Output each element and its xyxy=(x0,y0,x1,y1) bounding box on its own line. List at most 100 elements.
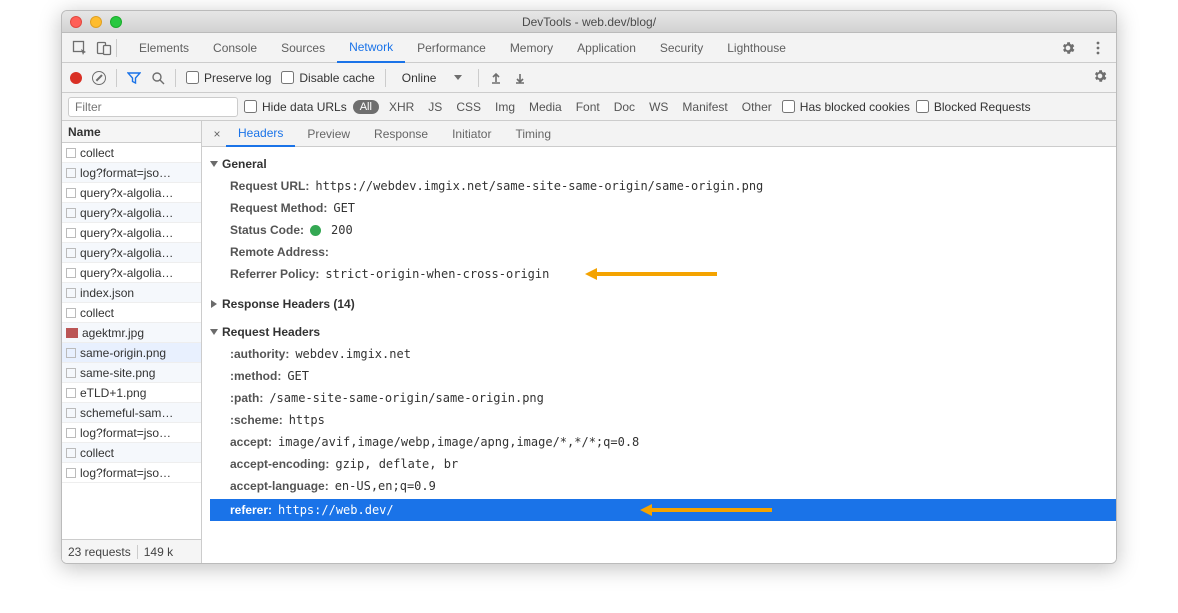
search-icon[interactable] xyxy=(151,71,165,85)
path-key: :path: xyxy=(230,391,263,405)
request-row[interactable]: query?x-algolia… xyxy=(62,223,201,243)
close-detail-icon[interactable]: × xyxy=(208,127,226,141)
file-icon xyxy=(66,188,76,198)
tab-elements[interactable]: Elements xyxy=(127,33,201,63)
request-row[interactable]: schemeful-sam… xyxy=(62,403,201,423)
filter-type-font[interactable]: Font xyxy=(572,100,604,114)
panel-actions xyxy=(1056,36,1110,60)
filter-type-other[interactable]: Other xyxy=(738,100,776,114)
request-row-label: query?x-algolia… xyxy=(80,186,173,200)
network-settings-gear-icon[interactable] xyxy=(1092,68,1108,87)
request-row[interactable]: query?x-algolia… xyxy=(62,243,201,263)
request-row[interactable]: query?x-algolia… xyxy=(62,183,201,203)
tab-application[interactable]: Application xyxy=(565,33,648,63)
separator xyxy=(116,39,117,57)
request-row[interactable]: eTLD+1.png xyxy=(62,383,201,403)
blocked-requests-input[interactable] xyxy=(916,100,929,113)
disable-cache-input[interactable] xyxy=(281,71,294,84)
device-toggle-icon[interactable] xyxy=(92,36,116,60)
request-row[interactable]: collect xyxy=(62,303,201,323)
hide-data-urls-checkbox[interactable]: Hide data URLs xyxy=(244,100,347,114)
request-row[interactable]: query?x-algolia… xyxy=(62,263,201,283)
filter-toggle-icon[interactable] xyxy=(127,71,141,85)
has-blocked-cookies-input[interactable] xyxy=(782,100,795,113)
filter-input[interactable] xyxy=(68,97,238,117)
section-response-headers[interactable]: Response Headers (14) xyxy=(210,293,1116,315)
clear-button[interactable] xyxy=(92,71,106,85)
more-menu-icon[interactable] xyxy=(1086,36,1110,60)
separator xyxy=(385,69,386,87)
request-row-label: log?format=jso… xyxy=(80,426,171,440)
tab-sources[interactable]: Sources xyxy=(269,33,337,63)
detail-tab-initiator[interactable]: Initiator xyxy=(440,121,503,147)
has-blocked-cookies-label: Has blocked cookies xyxy=(800,100,910,114)
disable-cache-checkbox[interactable]: Disable cache xyxy=(281,71,374,85)
request-row[interactable]: log?format=jso… xyxy=(62,163,201,183)
filter-type-js[interactable]: JS xyxy=(424,100,446,114)
tab-lighthouse[interactable]: Lighthouse xyxy=(715,33,798,63)
filter-type-media[interactable]: Media xyxy=(525,100,566,114)
request-row[interactable]: same-site.png xyxy=(62,363,201,383)
request-row[interactable]: log?format=jso… xyxy=(62,423,201,443)
section-request-headers[interactable]: Request Headers xyxy=(210,321,1116,343)
separator xyxy=(175,69,176,87)
file-icon xyxy=(66,428,76,438)
throttling-select[interactable]: Online xyxy=(396,69,469,87)
filter-type-doc[interactable]: Doc xyxy=(610,100,639,114)
tab-performance[interactable]: Performance xyxy=(405,33,498,63)
file-icon xyxy=(66,348,76,358)
referer-key: referer: xyxy=(230,503,272,517)
separator xyxy=(478,69,479,87)
request-row[interactable]: collect xyxy=(62,443,201,463)
request-row-label: collect xyxy=(80,446,114,460)
download-har-icon[interactable] xyxy=(513,71,527,85)
preserve-log-input[interactable] xyxy=(186,71,199,84)
section-general[interactable]: General xyxy=(210,153,1116,175)
request-row-label: collect xyxy=(80,146,114,160)
method-value: GET xyxy=(287,369,309,383)
hide-data-urls-input[interactable] xyxy=(244,100,257,113)
request-row[interactable]: index.json xyxy=(62,283,201,303)
kv-accept: accept: image/avif,image/webp,image/apng… xyxy=(210,431,1116,453)
filter-type-img[interactable]: Img xyxy=(491,100,519,114)
request-row[interactable]: same-origin.png xyxy=(62,343,201,363)
has-blocked-cookies-checkbox[interactable]: Has blocked cookies xyxy=(782,100,910,114)
kv-accept-language: accept-language: en-US,en;q=0.9 xyxy=(210,475,1116,497)
request-row[interactable]: collect xyxy=(62,143,201,163)
detail-tab-response[interactable]: Response xyxy=(362,121,440,147)
detail-tab-preview[interactable]: Preview xyxy=(295,121,362,147)
referer-value: https://web.dev/ xyxy=(278,503,394,517)
record-button[interactable] xyxy=(70,72,82,84)
blocked-requests-checkbox[interactable]: Blocked Requests xyxy=(916,100,1031,114)
filter-type-xhr[interactable]: XHR xyxy=(385,100,418,114)
request-list-header-name[interactable]: Name xyxy=(62,121,201,143)
request-row[interactable]: agektmr.jpg xyxy=(62,323,201,343)
detail-tab-headers[interactable]: Headers xyxy=(226,121,295,147)
filter-all-pill[interactable]: All xyxy=(353,100,379,114)
file-icon xyxy=(66,248,76,258)
filter-type-css[interactable]: CSS xyxy=(452,100,485,114)
filter-type-ws[interactable]: WS xyxy=(645,100,672,114)
inspect-element-icon[interactable] xyxy=(68,36,92,60)
file-icon xyxy=(66,228,76,238)
tab-memory[interactable]: Memory xyxy=(498,33,565,63)
settings-gear-icon[interactable] xyxy=(1056,36,1080,60)
tab-network[interactable]: Network xyxy=(337,33,405,63)
request-row[interactable]: log?format=jso… xyxy=(62,463,201,483)
tab-security[interactable]: Security xyxy=(648,33,715,63)
kv-status-code: Status Code: 200 xyxy=(210,219,1116,241)
preserve-log-checkbox[interactable]: Preserve log xyxy=(186,71,271,85)
detail-tab-timing[interactable]: Timing xyxy=(503,121,563,147)
accept-language-key: accept-language: xyxy=(230,479,329,493)
disclosure-triangle-icon xyxy=(210,329,218,335)
kv-accept-encoding: accept-encoding: gzip, deflate, br xyxy=(210,453,1116,475)
request-row[interactable]: query?x-algolia… xyxy=(62,203,201,223)
accept-encoding-key: accept-encoding: xyxy=(230,457,329,471)
chevron-down-icon xyxy=(454,75,462,80)
upload-har-icon[interactable] xyxy=(489,71,503,85)
tab-console[interactable]: Console xyxy=(201,33,269,63)
request-row-label: same-site.png xyxy=(80,366,155,380)
request-row-label: schemeful-sam… xyxy=(80,406,173,420)
hide-data-urls-label: Hide data URLs xyxy=(262,100,347,114)
filter-type-manifest[interactable]: Manifest xyxy=(678,100,731,114)
